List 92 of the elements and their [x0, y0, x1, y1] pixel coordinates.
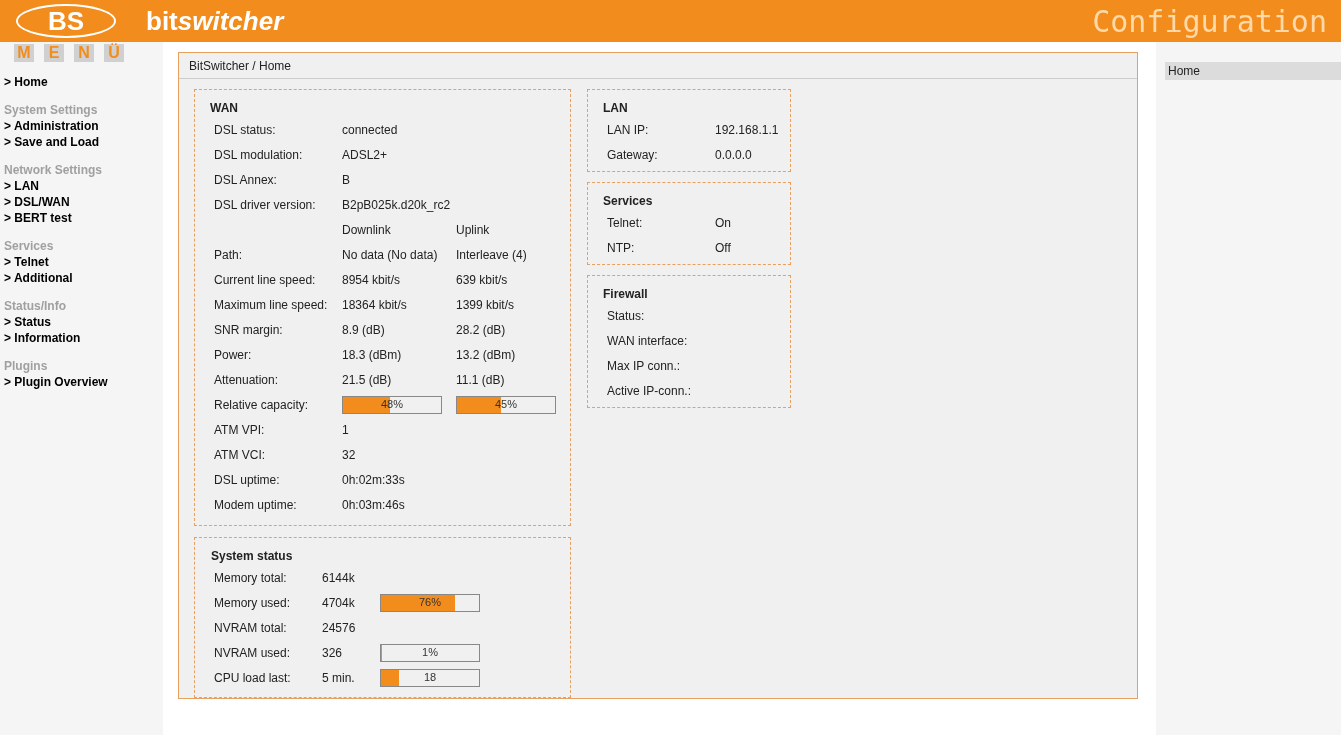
sidebar-heading: Services — [4, 238, 55, 254]
sidebar-link[interactable]: > Status — [4, 314, 51, 330]
field-value: 5 min. — [322, 669, 356, 687]
breadcrumb: BitSwitcher / Home — [189, 57, 292, 75]
field-label: LAN IP: — [607, 121, 650, 139]
field-value: 4704k — [322, 594, 356, 612]
field-label: Status: — [607, 307, 646, 325]
field-value: Interleave (4) — [456, 246, 528, 264]
field-label: Max IP conn.: — [607, 357, 682, 375]
column-heading: Uplink — [456, 221, 491, 239]
panel-item[interactable]: Home — [1165, 62, 1341, 80]
menu-letter: E — [44, 44, 64, 62]
brand-name: bitswitcher — [146, 4, 284, 38]
field-label: DSL uptime: — [214, 471, 281, 489]
field-value: 192.168.1.1 — [715, 121, 779, 139]
section-title: Firewall — [603, 286, 648, 303]
field-value: No data (No data) — [342, 246, 439, 264]
field-value: 18.3 (dBm) — [342, 346, 403, 364]
field-value: 326 — [322, 644, 344, 662]
field-label: DSL modulation: — [214, 146, 304, 164]
field-value: connected — [342, 121, 398, 139]
field-label: Gateway: — [607, 146, 659, 164]
sidebar-link[interactable]: > Plugin Overview — [4, 374, 108, 390]
field-value: 8.9 (dB) — [342, 321, 386, 339]
logo: BS — [16, 4, 116, 38]
field-label: CPU load last: — [214, 669, 292, 687]
progress-text: 18 — [422, 670, 438, 686]
progress-text: 1% — [421, 645, 439, 661]
menu-letter: M — [14, 44, 34, 62]
field-label: Path: — [214, 246, 244, 264]
field-label: NTP: — [607, 239, 636, 257]
field-label: Power: — [214, 346, 253, 364]
field-label: NVRAM used: — [214, 644, 292, 662]
column-heading: Downlink — [342, 221, 392, 239]
section-title: System status — [211, 548, 293, 565]
sidebar-heading: System Settings — [4, 102, 99, 118]
field-label: Attenuation: — [214, 371, 280, 389]
field-label: Active IP-conn.: — [607, 382, 693, 400]
field-label: NVRAM total: — [214, 619, 288, 637]
field-value: 13.2 (dBm) — [456, 346, 517, 364]
field-label: DSL driver version: — [214, 196, 317, 214]
field-label: DSL status: — [214, 121, 277, 139]
field-label: Memory total: — [214, 569, 288, 587]
field-value: 0h:03m:46s — [342, 496, 405, 514]
field-value: B — [342, 171, 350, 189]
field-value: 11.1 (dB) — [456, 371, 506, 389]
field-value: On — [715, 214, 731, 232]
field-value: B2pB025k.d20k_rc2 — [342, 196, 451, 214]
sidebar-heading: Status/Info — [4, 298, 67, 314]
field-label: Current line speed: — [214, 271, 317, 289]
field-value: 18364 kbit/s — [342, 296, 408, 314]
section-title: WAN — [210, 100, 238, 117]
sidebar-link[interactable]: > Save and Load — [4, 134, 100, 150]
field-value: 1 — [342, 421, 349, 439]
field-value: 8954 kbit/s — [342, 271, 402, 289]
sidebar-link[interactable]: > Information — [4, 330, 81, 346]
field-value: ADSL2+ — [342, 146, 388, 164]
field-value: 1399 kbit/s — [456, 296, 516, 314]
sidebar-link[interactable]: > Telnet — [4, 254, 49, 270]
field-label: WAN interface: — [607, 332, 689, 350]
field-value: 21.5 (dB) — [342, 371, 393, 389]
field-value: 6144k — [322, 569, 356, 587]
field-label: ATM VPI: — [214, 421, 266, 439]
field-value: Off — [715, 239, 731, 257]
field-label: Telnet: — [607, 214, 644, 232]
sidebar-link[interactable]: > Home — [4, 74, 48, 90]
field-value: 0h:02m:33s — [342, 471, 405, 489]
sidebar-link[interactable]: > Additional — [4, 270, 73, 286]
field-value: 639 kbit/s — [456, 271, 509, 289]
field-value: 28.2 (dB) — [456, 321, 507, 339]
menu-letter: Ü — [104, 44, 124, 62]
field-label: Maximum line speed: — [214, 296, 329, 314]
sidebar-heading: Network Settings — [4, 162, 103, 178]
field-label: Modem uptime: — [214, 496, 298, 514]
sidebar-link[interactable]: > Administration — [4, 118, 99, 134]
sidebar-heading: Plugins — [4, 358, 49, 374]
field-value: 0.0.0.0 — [715, 146, 752, 164]
field-label: Memory used: — [214, 594, 292, 612]
field-value: 24576 — [322, 619, 357, 637]
field-label: SNR margin: — [214, 321, 284, 339]
sidebar-link[interactable]: > LAN — [4, 178, 39, 194]
sidebar-link[interactable]: > BERT test — [4, 210, 72, 226]
progress-text: 76% — [418, 595, 442, 611]
menu-letter: N — [74, 44, 94, 62]
field-label: ATM VCI: — [214, 446, 267, 464]
field-value: 32 — [342, 446, 356, 464]
section-title: Services — [603, 193, 653, 210]
sidebar-link[interactable]: > DSL/WAN — [4, 194, 70, 210]
field-label: DSL Annex: — [214, 171, 278, 189]
page-title: Configuration — [1092, 2, 1327, 41]
field-label: Relative capacity: — [214, 396, 310, 414]
section-title: LAN — [603, 100, 628, 117]
